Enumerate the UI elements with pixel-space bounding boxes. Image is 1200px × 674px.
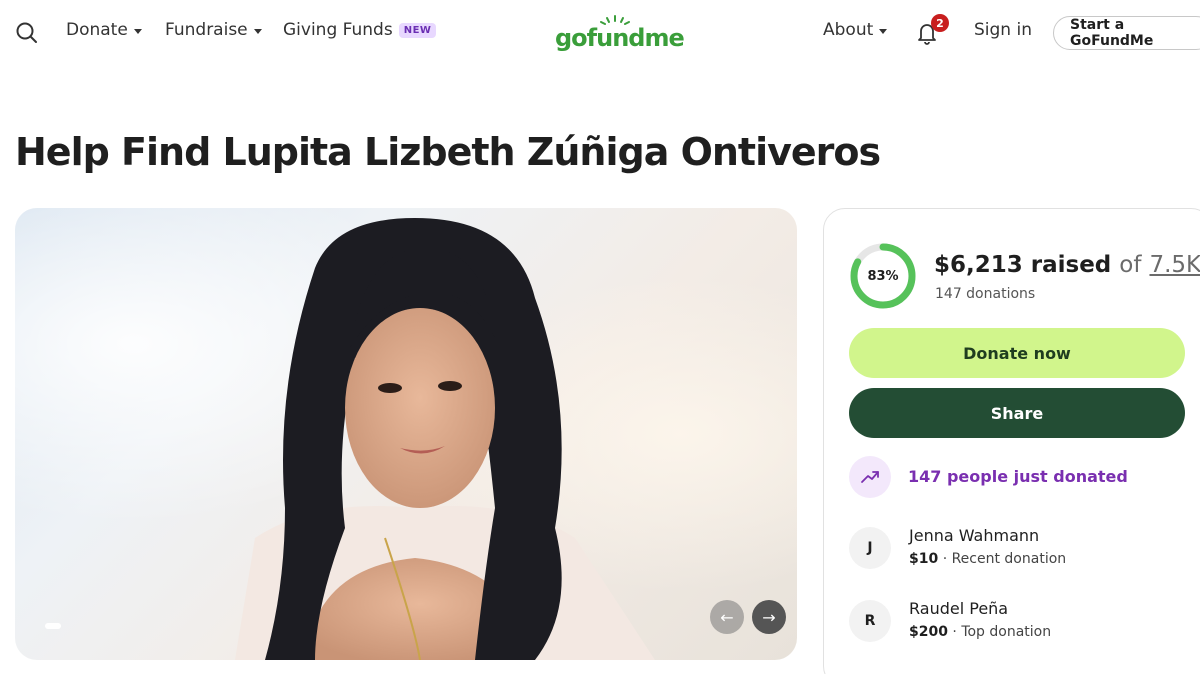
sign-in-link[interactable]: Sign in (974, 20, 1032, 40)
donor-name: Raudel Peña (909, 599, 1009, 618)
chevron-down-icon (879, 28, 888, 34)
donor-detail: $200 · Top donation (909, 624, 1051, 640)
donor-amount: $200 (909, 624, 948, 640)
donor-detail: $10 · Recent donation (909, 551, 1066, 567)
chevron-down-icon (253, 28, 262, 34)
arrow-right-icon: → (762, 607, 776, 627)
raised-summary: $6,213 raised of 7.5K (934, 252, 1200, 278)
nav-donate[interactable]: Donate (66, 20, 142, 40)
trending-up-icon (849, 456, 891, 498)
donor-label: · Recent donation (942, 551, 1067, 567)
page-title: Help Find Lupita Lizbeth Zúñiga Ontivero… (15, 130, 881, 174)
nav-fundraise[interactable]: Fundraise (165, 20, 262, 40)
raised-of: of (1119, 252, 1142, 278)
goal-amount[interactable]: 7.5K (1149, 252, 1200, 278)
trend-text: 147 people just donated (908, 467, 1128, 486)
donor-amount: $10 (909, 551, 939, 567)
start-gofundme-button[interactable]: Start a GoFundMe (1053, 16, 1200, 50)
avatar: R (849, 600, 891, 642)
donor-label: · Top donation (952, 624, 1052, 640)
new-badge: NEW (398, 22, 437, 38)
carousel-dot[interactable] (45, 623, 61, 629)
donor-name: Jenna Wahmann (909, 526, 1040, 545)
site-header: Donate Fundraise Giving Funds NEW gofund… (0, 0, 1200, 64)
chevron-down-icon (133, 28, 142, 34)
carousel-prev-button[interactable]: ← (710, 600, 744, 634)
logo-text: gofundme (555, 24, 685, 52)
fundraiser-photo (15, 208, 797, 660)
raised-amount: $6,213 raised (934, 252, 1112, 278)
donate-now-button[interactable]: Donate now (849, 328, 1185, 378)
carousel-next-button[interactable]: → (752, 600, 786, 634)
progress-percent: 83% (867, 268, 899, 284)
nav-fundraise-label: Fundraise (165, 20, 248, 40)
nav-about-label: About (823, 20, 874, 40)
nav-donate-label: Donate (66, 20, 128, 40)
donation-count: 147 donations (935, 286, 1036, 302)
gofundme-logo[interactable]: gofundme (555, 14, 685, 54)
nav-giving-funds[interactable]: Giving Funds NEW (283, 20, 437, 40)
search-icon[interactable] (14, 20, 40, 46)
notification-badge: 2 (931, 14, 949, 32)
avatar: J (849, 527, 891, 569)
arrow-left-icon: ← (720, 607, 734, 627)
nav-about[interactable]: About (823, 20, 888, 40)
share-button[interactable]: Share (849, 388, 1185, 438)
hero-image[interactable]: ← → (15, 208, 797, 660)
nav-giving-funds-label: Giving Funds (283, 20, 393, 40)
